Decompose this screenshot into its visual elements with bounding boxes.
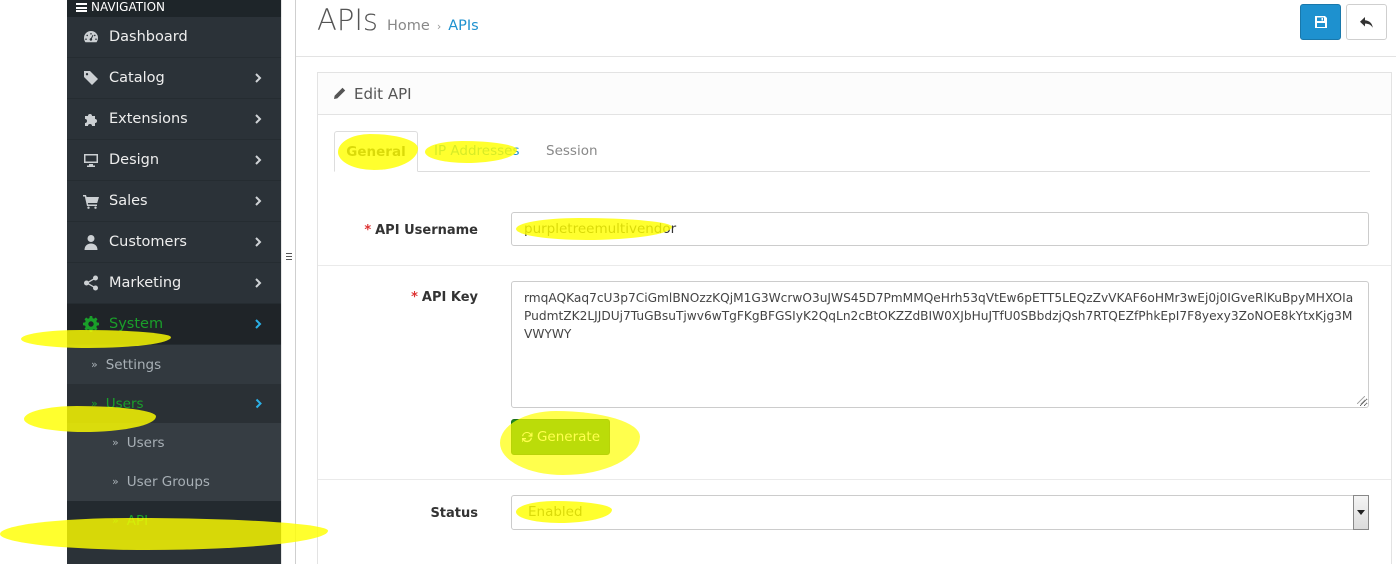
status-label: Status xyxy=(430,506,478,521)
double-chevron-icon: » xyxy=(112,436,119,449)
sidebar-subitem-settings[interactable]: » Settings xyxy=(67,345,281,384)
share-icon xyxy=(81,275,100,291)
breadcrumb-apis[interactable]: APIs xyxy=(448,18,479,34)
chevron-right-icon xyxy=(251,276,265,290)
sidebar-subitem-user-groups[interactable]: » User Groups xyxy=(67,462,281,501)
bars-icon xyxy=(76,3,87,12)
gear-icon xyxy=(81,316,100,332)
back-button[interactable] xyxy=(1346,4,1387,40)
cart-icon xyxy=(81,193,100,209)
form-row-status: Status Enabled xyxy=(318,479,1391,564)
chevron-right-icon xyxy=(251,71,265,85)
grip-icon xyxy=(286,253,292,262)
puzzle-icon xyxy=(81,111,100,127)
sidebar-item-sales[interactable]: Sales xyxy=(67,181,281,222)
double-chevron-icon: » xyxy=(91,358,98,371)
required-mark: * xyxy=(411,290,418,305)
reply-icon xyxy=(1360,16,1373,28)
main-content: APIs Home › APIs Edit API General IP Addre… xyxy=(296,0,1396,564)
save-button[interactable] xyxy=(1300,4,1341,40)
tag-icon xyxy=(81,70,100,86)
api-username-label: * API Username xyxy=(364,223,478,238)
breadcrumb-separator: › xyxy=(436,20,442,33)
sidebar-item-design[interactable]: Design xyxy=(67,140,281,181)
user-icon xyxy=(81,234,100,250)
chevron-right-icon xyxy=(252,397,265,410)
sidebar-item-extensions[interactable]: Extensions xyxy=(67,99,281,140)
double-chevron-icon: » xyxy=(112,475,119,488)
pencil-icon xyxy=(334,87,346,99)
double-chevron-icon: » xyxy=(91,397,98,410)
form-row-username: * API Username purpletreemultivendor xyxy=(318,193,1391,265)
chevron-right-icon xyxy=(251,112,265,126)
breadcrumb-home[interactable]: Home xyxy=(387,18,430,34)
required-mark: * xyxy=(364,223,372,238)
status-select[interactable]: Enabled xyxy=(511,495,1369,530)
page-header: APIs Home › APIs xyxy=(296,0,1396,57)
sidebar-resize-handle[interactable] xyxy=(281,0,298,564)
tab-session[interactable]: Session xyxy=(546,131,598,172)
page: NAVIGATION Dashboard Catalog Extensions xyxy=(0,0,1396,564)
chevron-right-icon xyxy=(251,317,265,331)
sidebar-item-catalog[interactable]: Catalog xyxy=(67,58,281,99)
resize-grip-icon[interactable] xyxy=(1357,396,1365,404)
api-key-textarea[interactable]: rmqAQKaq7cU3p7CiGmlBNOzzKQjM1G3WcrwO3uJW… xyxy=(511,281,1369,408)
panel-heading: Edit API xyxy=(318,73,1391,115)
left-margin xyxy=(0,0,67,564)
double-chevron-icon: » xyxy=(112,514,119,527)
chevron-right-icon xyxy=(251,235,265,249)
tab-ip-addresses[interactable]: IP Addresses xyxy=(434,131,520,172)
sidebar-subitem-api[interactable]: » API xyxy=(67,501,281,540)
sidebar-item-system[interactable]: System xyxy=(67,304,281,345)
sidebar: NAVIGATION Dashboard Catalog Extensions xyxy=(67,0,281,564)
sidebar-item-marketing[interactable]: Marketing xyxy=(67,263,281,304)
edit-api-panel: Edit API General IP Addresses Session * A… xyxy=(317,72,1392,564)
dropdown-arrow-icon[interactable] xyxy=(1353,495,1369,530)
sidebar-item-customers[interactable]: Customers xyxy=(67,222,281,263)
chevron-right-icon xyxy=(251,194,265,208)
sidebar-subitem-users[interactable]: » Users xyxy=(67,384,281,423)
refresh-icon xyxy=(521,431,533,443)
sidebar-subitem-users-list[interactable]: » Users xyxy=(67,423,281,462)
generate-button[interactable]: Generate xyxy=(511,419,610,455)
form-row-api-key: * API Key rmqAQKaq7cU3p7CiGmlBNOzzKQjM1G3… xyxy=(318,265,1391,479)
sidebar-item-dashboard[interactable]: Dashboard xyxy=(67,17,281,58)
api-username-input[interactable]: purpletreemultivendor xyxy=(511,212,1369,246)
page-title: APIs xyxy=(317,3,378,37)
tab-bar: General IP Addresses Session xyxy=(334,131,1370,172)
breadcrumb: Home › APIs xyxy=(387,18,479,34)
tab-general[interactable]: General xyxy=(334,131,418,172)
monitor-icon xyxy=(81,152,100,168)
navigation-heading: NAVIGATION xyxy=(67,0,281,17)
dashboard-icon xyxy=(81,29,100,45)
save-icon xyxy=(1314,16,1327,28)
api-key-label: * API Key xyxy=(411,290,478,305)
chevron-right-icon xyxy=(251,153,265,167)
